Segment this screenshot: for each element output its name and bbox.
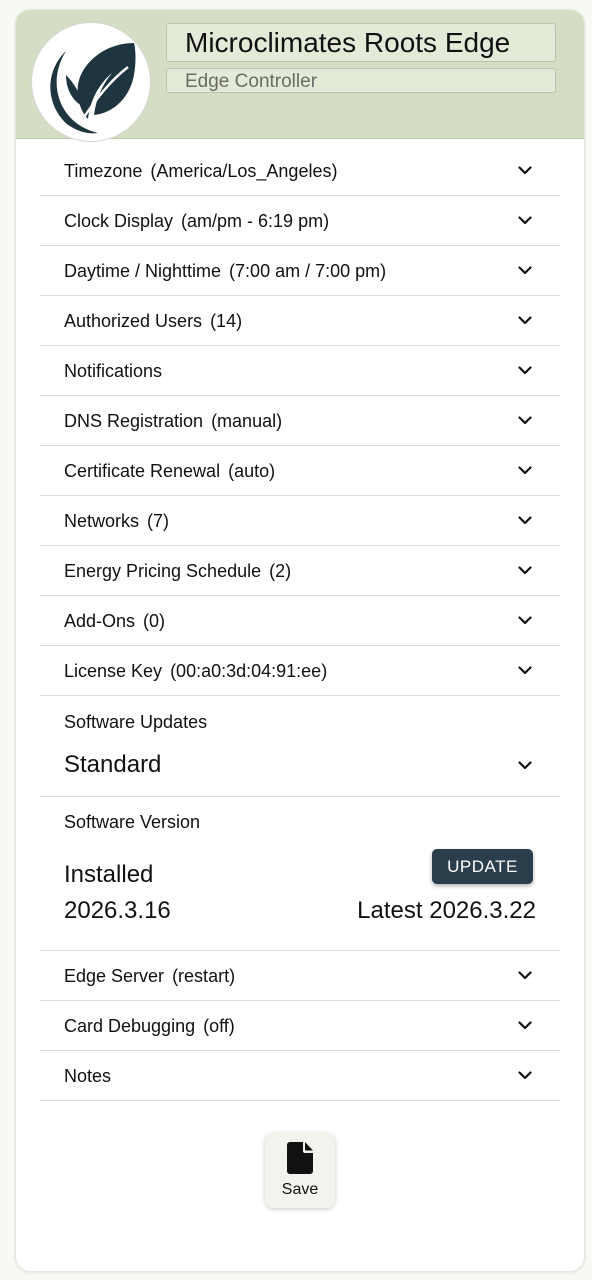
settings-card: Microclimates Roots Edge Edge Controller… (16, 10, 584, 1271)
settings-row-value: (00:a0:3d:04:91:ee) (170, 661, 328, 681)
settings-row-label: Card Debugging (64, 1016, 196, 1036)
software-updates-row: Software Updates Standard (40, 696, 560, 797)
settings-row[interactable]: DNS Registration (manual) (40, 396, 560, 446)
settings-row-value: (2) (269, 561, 292, 581)
leaf-logo-icon (32, 23, 150, 141)
settings-row[interactable]: Networks (7) (40, 496, 560, 546)
settings-row-value: (0) (143, 611, 166, 631)
chevron-down-icon[interactable] (518, 246, 532, 295)
settings-row-value: (manual) (211, 411, 283, 431)
software-updates-select[interactable]: Standard (64, 749, 161, 781)
chevron-down-icon[interactable] (518, 746, 532, 784)
header: Microclimates Roots Edge Edge Controller (16, 10, 584, 141)
settings-row-value: (America/Los_Angeles) (150, 161, 338, 181)
settings-row[interactable]: Clock Display (am/pm - 6:19 pm) (40, 196, 560, 246)
chevron-down-icon[interactable] (518, 346, 532, 395)
settings-row-value: (restart) (172, 966, 236, 986)
chevron-down-icon[interactable] (518, 496, 532, 545)
settings-row-value: (auto) (228, 461, 276, 481)
latest-version: Latest 2026.3.22 (357, 897, 536, 924)
settings-row-label: Add-Ons (64, 611, 136, 631)
chevron-down-icon[interactable] (518, 646, 532, 695)
app-subtitle: Edge Controller (166, 68, 556, 93)
settings-row[interactable]: Certificate Renewal (auto) (40, 446, 560, 496)
installed-version: 2026.3.16 (64, 897, 171, 924)
settings-row-label: Timezone (64, 161, 143, 181)
software-version-row: Software Version Installed 2026.3.16 Lat… (40, 797, 560, 951)
settings-row[interactable]: Notes (40, 1051, 560, 1101)
save-button[interactable]: Save (265, 1133, 335, 1208)
settings-row[interactable]: Daytime / Nighttime (7:00 am / 7:00 pm) (40, 246, 560, 296)
chevron-down-icon[interactable] (518, 596, 532, 645)
chevron-down-icon[interactable] (518, 546, 532, 595)
settings-row-label: Authorized Users (64, 311, 203, 331)
installed-label: Installed (64, 861, 154, 888)
settings-row[interactable]: Notifications (40, 346, 560, 396)
settings-row-label: Notes (64, 1066, 112, 1086)
settings-row-value: (7:00 am / 7:00 pm) (229, 261, 387, 281)
software-version-label: Software Version (64, 812, 201, 832)
settings-row[interactable]: License Key (00:a0:3d:04:91:ee) (40, 646, 560, 696)
chevron-down-icon[interactable] (518, 446, 532, 495)
settings-row-label: License Key (64, 661, 163, 681)
software-updates-label: Software Updates (64, 712, 208, 732)
settings-list: Timezone (America/Los_Angeles) Clock Displ… (40, 146, 560, 1101)
settings-row-value: (off) (203, 1016, 235, 1036)
settings-row[interactable]: Energy Pricing Schedule (2) (40, 546, 560, 596)
update-button[interactable]: UPDATE (432, 849, 533, 884)
settings-row[interactable]: Add-Ons (0) (40, 596, 560, 646)
chevron-down-icon[interactable] (518, 146, 532, 195)
chevron-down-icon[interactable] (518, 951, 532, 1000)
settings-row-label: Edge Server (64, 966, 165, 986)
settings-row-label: Energy Pricing Schedule (64, 561, 262, 581)
file-icon (287, 1142, 313, 1179)
settings-row-value: (7) (147, 511, 170, 531)
settings-row-label: Networks (64, 511, 140, 531)
settings-row-label: Notifications (64, 361, 163, 381)
settings-row-label: DNS Registration (64, 411, 204, 431)
save-label: Save (281, 1181, 319, 1198)
chevron-down-icon[interactable] (518, 196, 532, 245)
chevron-down-icon[interactable] (518, 1051, 532, 1100)
settings-row[interactable]: Timezone (America/Los_Angeles) (40, 146, 560, 196)
settings-row-label: Daytime / Nighttime (64, 261, 222, 281)
chevron-down-icon[interactable] (518, 396, 532, 445)
settings-row[interactable]: Edge Server (restart) (40, 951, 560, 1001)
settings-row[interactable]: Card Debugging (off) (40, 1001, 560, 1051)
settings-row[interactable]: Authorized Users (14) (40, 296, 560, 346)
chevron-down-icon[interactable] (518, 1001, 532, 1050)
settings-row-value: (14) (210, 311, 243, 331)
settings-row-label: Certificate Renewal (64, 461, 221, 481)
app-title: Microclimates Roots Edge (166, 23, 556, 62)
settings-row-value: (am/pm - 6:19 pm) (181, 211, 330, 231)
chevron-down-icon[interactable] (518, 296, 532, 345)
settings-row-label: Clock Display (64, 211, 174, 231)
